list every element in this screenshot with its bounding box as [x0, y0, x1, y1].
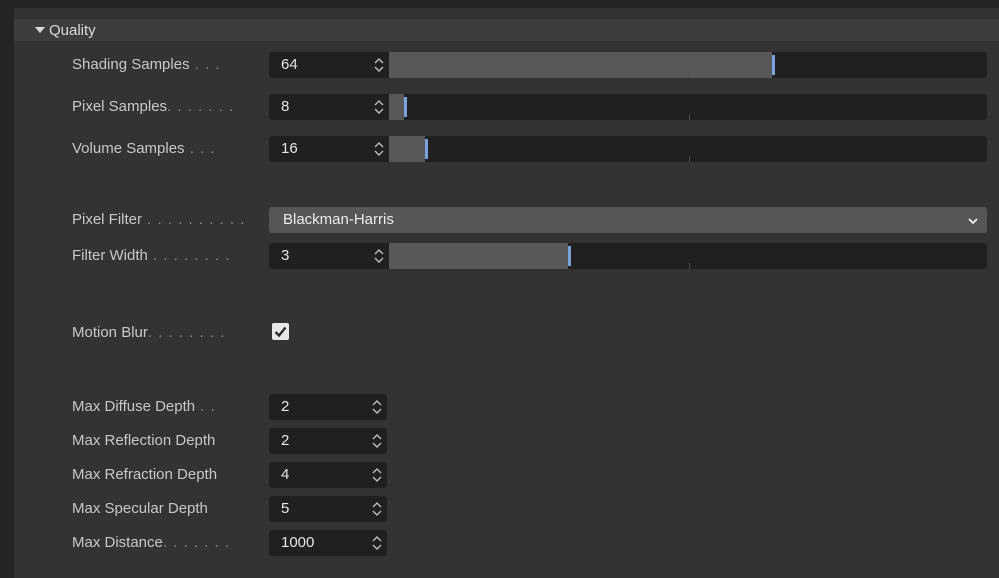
- slider-handle[interactable]: [425, 139, 428, 159]
- row-pixel-samples: Pixel Samples. . . . . . . 8: [14, 94, 999, 120]
- filter-width-slider[interactable]: [389, 243, 987, 269]
- slider-handle[interactable]: [568, 246, 571, 266]
- label-filter-width: Filter Width . . . . . . . .: [72, 247, 231, 264]
- max-specular-depth-field[interactable]: 5: [269, 496, 387, 522]
- shading-samples-value[interactable]: 64: [281, 52, 298, 78]
- slider-tick: [689, 114, 690, 120]
- shading-samples-field[interactable]: 64: [269, 52, 389, 78]
- spinner-arrows-icon[interactable]: [371, 398, 383, 416]
- spinner-arrows-icon[interactable]: [373, 247, 385, 265]
- section-header-quality[interactable]: Quality: [14, 19, 999, 41]
- row-max-distance: Max Distance. . . . . . . 1000: [14, 530, 999, 556]
- filter-width-value[interactable]: 3: [281, 243, 289, 269]
- spinner-arrows-icon[interactable]: [373, 98, 385, 116]
- section-title: Quality: [49, 21, 96, 39]
- spinner-arrows-icon[interactable]: [371, 432, 383, 450]
- row-max-specular-depth: Max Specular Depth 5: [14, 496, 999, 522]
- max-reflection-depth-field[interactable]: 2: [269, 428, 387, 454]
- label-max-specular-depth: Max Specular Depth: [72, 500, 208, 517]
- chevron-down-icon[interactable]: [967, 214, 979, 231]
- row-motion-blur: Motion Blur. . . . . . . .: [14, 320, 999, 346]
- slider-handle[interactable]: [772, 55, 775, 75]
- spinner-arrows-icon[interactable]: [371, 500, 383, 518]
- slider-tick: [689, 263, 690, 269]
- spinner-arrows-icon[interactable]: [373, 56, 385, 74]
- window-frame-left: [0, 0, 14, 578]
- slider-fill: [389, 52, 772, 78]
- row-max-refraction-depth: Max Refraction Depth 4: [14, 462, 999, 488]
- slider-fill: [389, 94, 404, 120]
- max-distance-field[interactable]: 1000: [269, 530, 387, 556]
- max-specular-depth-value[interactable]: 5: [281, 496, 289, 522]
- max-refraction-depth-value[interactable]: 4: [281, 462, 289, 488]
- slider-tick: [689, 156, 690, 162]
- volume-samples-slider[interactable]: [389, 136, 987, 162]
- volume-samples-value[interactable]: 16: [281, 136, 298, 162]
- max-distance-value[interactable]: 1000: [281, 530, 314, 556]
- filter-width-field[interactable]: 3: [269, 243, 389, 269]
- label-pixel-filter: Pixel Filter . . . . . . . . . .: [72, 211, 246, 228]
- shading-samples-slider[interactable]: [389, 52, 987, 78]
- slider-fill: [389, 243, 568, 269]
- row-shading-samples: Shading Samples . . . 64: [14, 52, 999, 78]
- pixel-samples-field[interactable]: 8: [269, 94, 389, 120]
- label-max-diffuse-depth: Max Diffuse Depth . .: [72, 398, 216, 415]
- max-refraction-depth-field[interactable]: 4: [269, 462, 387, 488]
- label-shading-samples: Shading Samples . . .: [72, 56, 221, 73]
- spinner-arrows-icon[interactable]: [373, 140, 385, 158]
- label-max-distance: Max Distance. . . . . . .: [72, 534, 231, 551]
- max-diffuse-depth-field[interactable]: 2: [269, 394, 387, 420]
- label-motion-blur: Motion Blur. . . . . . . .: [72, 324, 226, 341]
- row-filter-width: Filter Width . . . . . . . . 3: [14, 243, 999, 269]
- slider-fill: [389, 136, 425, 162]
- pixel-samples-value[interactable]: 8: [281, 94, 289, 120]
- slider-handle[interactable]: [404, 97, 407, 117]
- spinner-arrows-icon[interactable]: [371, 466, 383, 484]
- collapse-triangle-icon[interactable]: [35, 27, 45, 33]
- spinner-arrows-icon[interactable]: [371, 534, 383, 552]
- label-max-refraction-depth: Max Refraction Depth: [72, 466, 218, 483]
- max-diffuse-depth-value[interactable]: 2: [281, 394, 289, 420]
- row-pixel-filter: Pixel Filter . . . . . . . . . . Blackma…: [14, 207, 999, 233]
- label-pixel-samples: Pixel Samples. . . . . . .: [72, 98, 235, 115]
- slider-tick: [689, 72, 690, 78]
- quality-panel: Quality Shading Samples . . . 64 Pixel S…: [14, 8, 999, 578]
- motion-blur-checkbox[interactable]: [272, 323, 289, 340]
- volume-samples-field[interactable]: 16: [269, 136, 389, 162]
- pixel-filter-dropdown[interactable]: Blackman-Harris: [269, 207, 987, 233]
- pixel-filter-value: Blackman-Harris: [283, 211, 394, 228]
- checkmark-icon: [274, 326, 287, 338]
- label-volume-samples: Volume Samples . . .: [72, 140, 216, 157]
- row-max-reflection-depth: Max Reflection Depth 2: [14, 428, 999, 454]
- row-max-diffuse-depth: Max Diffuse Depth . . 2: [14, 394, 999, 420]
- max-reflection-depth-value[interactable]: 2: [281, 428, 289, 454]
- row-volume-samples: Volume Samples . . . 16: [14, 136, 999, 162]
- label-max-reflection-depth: Max Reflection Depth: [72, 432, 216, 449]
- window-frame-top: [0, 0, 999, 8]
- pixel-samples-slider[interactable]: [389, 94, 987, 120]
